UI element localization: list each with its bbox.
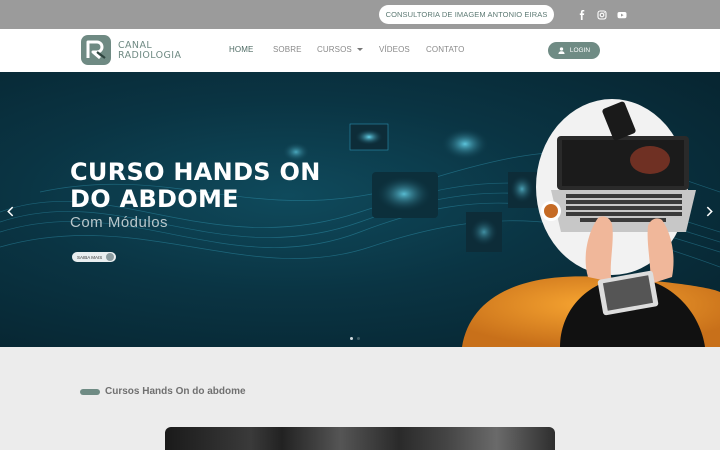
instagram-icon[interactable]	[596, 9, 607, 20]
hero-title-line2: DO ABDOME	[70, 185, 239, 213]
section-title: Cursos Hands On do abdome	[105, 386, 246, 397]
login-button[interactable]: LOGIN	[548, 42, 600, 59]
chevron-right-icon	[706, 206, 713, 216]
nav-home[interactable]: HOME	[229, 45, 253, 54]
nav-contato[interactable]: CONTATO	[426, 45, 464, 54]
hero-title: CURSO HANDS ON DO ABDOME	[70, 159, 321, 213]
main-navbar: CANAL RADIOLOGIA HOME SOBRE CURSOS VÍDEO…	[0, 29, 720, 72]
hero-title-line1: CURSO HANDS ON	[70, 158, 321, 186]
slider-dot[interactable]	[350, 337, 353, 340]
nav-cursos[interactable]: CURSOS	[317, 45, 363, 54]
saiba-mais-label: SAIBA MAIS	[77, 254, 103, 260]
consultoria-button[interactable]: CONSULTORIA DE IMAGEM ANTONIO EIRAS	[379, 5, 554, 24]
user-icon	[558, 47, 565, 54]
logo-mark-icon	[81, 35, 111, 65]
login-label: LOGIN	[569, 47, 591, 54]
nav-cursos-label: CURSOS	[317, 45, 352, 54]
chevron-down-icon	[356, 48, 363, 52]
nav-videos[interactable]: VÍDEOS	[379, 45, 410, 54]
arrow-right-icon	[106, 253, 114, 261]
brand-logo[interactable]: CANAL RADIOLOGIA	[80, 34, 190, 68]
youtube-icon[interactable]	[616, 9, 627, 20]
brand-line2: RADIOLOGIA	[118, 50, 182, 61]
slider-next-arrow[interactable]	[704, 204, 714, 218]
chevron-left-icon	[6, 206, 13, 216]
hero-slider: CURSO HANDS ON DO ABDOME Com Módulos SAI…	[0, 72, 720, 347]
section-accent-bar	[80, 389, 100, 395]
facebook-icon[interactable]	[576, 9, 587, 20]
nav-sobre[interactable]: SOBRE	[273, 45, 302, 54]
top-bar: CONSULTORIA DE IMAGEM ANTONIO EIRAS	[0, 0, 720, 29]
slider-prev-arrow[interactable]	[5, 204, 15, 218]
slider-dot[interactable]	[357, 337, 360, 340]
slider-dots	[350, 337, 360, 340]
brand-name: CANAL RADIOLOGIA	[118, 41, 181, 61]
hero-subtitle: Com Módulos	[70, 214, 169, 231]
course-video-thumbnail[interactable]	[165, 427, 555, 450]
saiba-mais-button[interactable]: SAIBA MAIS	[72, 252, 116, 262]
